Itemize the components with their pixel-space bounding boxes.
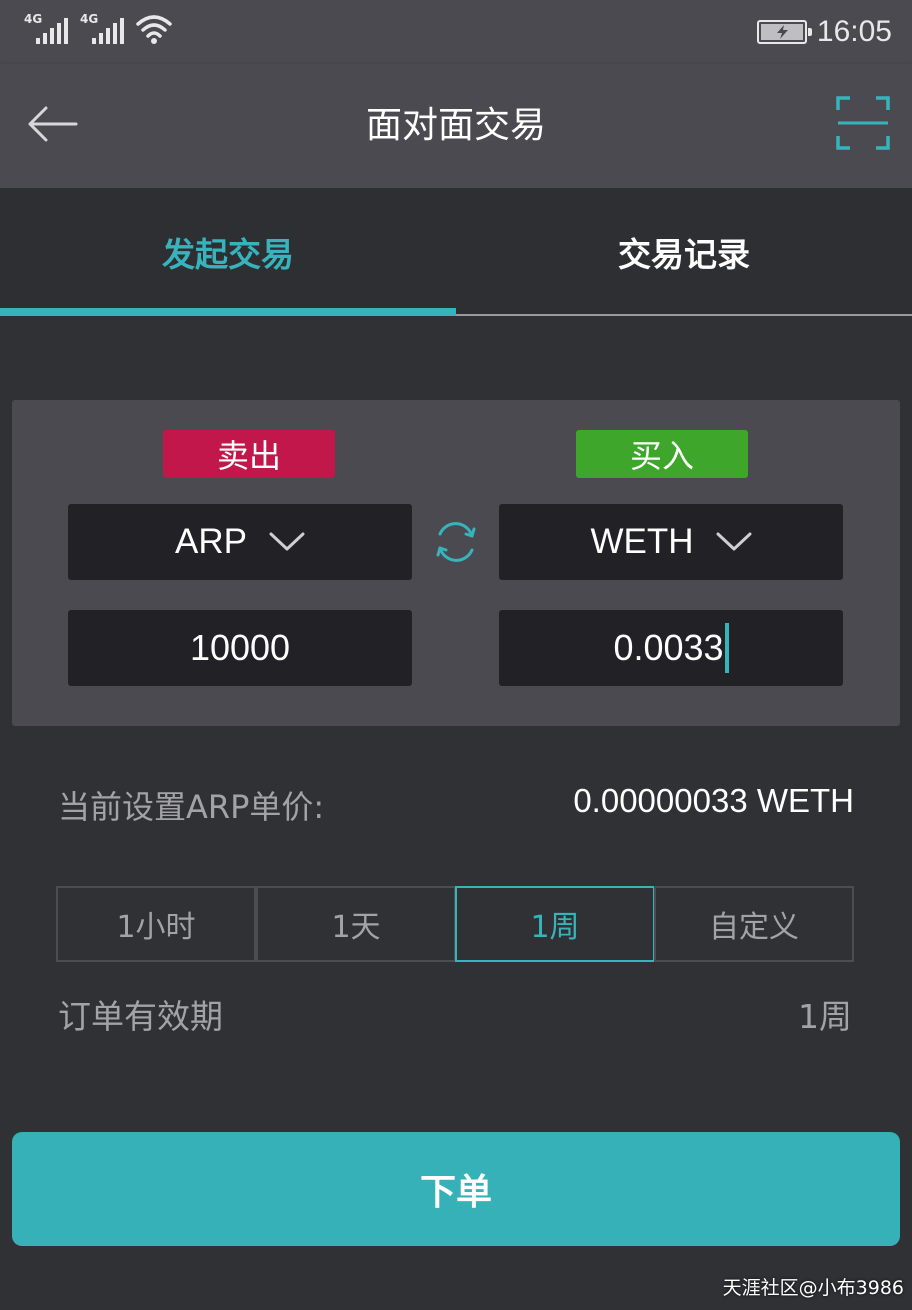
duration-custom[interactable]: 自定义 [654,886,854,962]
sell-token-label: ARP [175,522,247,561]
swap-icon[interactable] [432,518,480,566]
tab-bar: 发起交易 交易记录 [0,188,912,316]
status-right: 16:05 [756,12,892,52]
page-title: 面对面交易 [365,105,546,146]
arrow-left-icon [28,106,78,142]
trade-card: 卖出 买入 ARP WETH 10000 0.0033 [12,400,900,726]
duration-1-week[interactable]: 1周 [455,886,655,962]
chevron-down-icon [716,532,752,551]
scan-icon[interactable] [836,96,890,150]
buy-token-select[interactable]: WETH [499,504,843,580]
tab-initiate-trade[interactable]: 发起交易 [0,188,456,316]
wifi-icon [136,15,172,44]
tab-divider [456,314,912,316]
buy-amount-value: 0.0033 [613,627,724,668]
sell-token-select[interactable]: ARP [68,504,412,580]
place-order-button[interactable]: 下单 [12,1132,900,1246]
back-button[interactable] [22,94,82,154]
status-bar: 4G 4G 16:05 [0,0,912,64]
buy-amount-input[interactable]: 0.0033 [499,610,843,686]
duration-selector: 1小时 1天 1周 自定义 [56,886,854,962]
buy-token-label: WETH [590,522,694,561]
signal-icon-2: 4G [80,12,126,46]
duration-1-day[interactable]: 1天 [256,886,456,962]
tab-trade-history[interactable]: 交易记录 [456,188,912,316]
unit-price-value: 0.00000033 WETH [573,782,854,819]
status-time: 16:05 [816,15,892,48]
text-caret [724,623,729,673]
sell-badge: 卖出 [163,430,335,478]
signal-icon: 4G [24,12,70,46]
status-left: 4G 4G [24,12,172,46]
duration-1-hour[interactable]: 1小时 [56,886,256,962]
chevron-down-icon [269,532,305,551]
battery-icon [756,20,812,44]
order-validity-value: 1周 [798,997,852,1036]
watermark: 天涯社区@小布3986 [722,1277,904,1299]
unit-price-label: 当前设置ARP单价: [58,788,325,826]
app-header: 面对面交易 [0,64,912,188]
active-tab-indicator [0,308,456,316]
sell-amount-value: 10000 [189,627,291,668]
sell-amount-input[interactable]: 10000 [68,610,412,686]
buy-badge: 买入 [576,430,748,478]
order-validity-label: 订单有效期 [58,997,223,1036]
